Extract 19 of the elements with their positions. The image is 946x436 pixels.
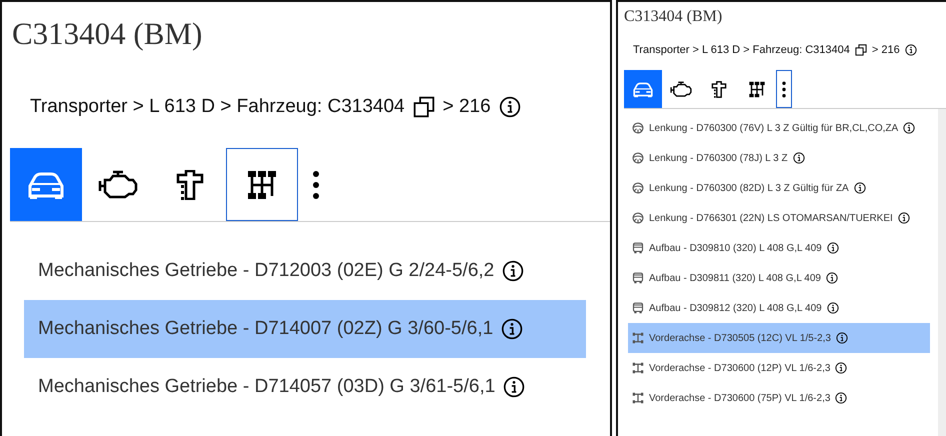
part-list-item[interactable]: Aufbau - D309811 (320) L 408 G,L 409 [628,263,930,293]
breadcrumb: Transporter > L 613 D > Fahrzeug: C313404 [30,96,405,118]
part-list-item[interactable]: Mechanisches Getriebe - D714057 (03D) G 3/61-5/6,1 [24,358,586,416]
part-list-item[interactable]: Lenkung - D760300 (82D) L 3 Z Gültig für ZA [628,173,930,203]
part-list-item[interactable]: Lenkung - D760300 (78J) L 3 Z [628,143,930,173]
vehicle-title: C313404 (BM) [623,7,724,26]
vehicle-title: C313404 (BM) [11,15,204,52]
part-list-item[interactable]: Vorderachse - D730600 (75P) VL 1/6-2,3 [628,383,930,413]
part-list-item[interactable]: Lenkung - D760300 (76V) L 3 Z Gültig für BR,CL,CO,ZA [628,113,930,143]
part-list-item[interactable]: Mechanisches Getriebe - D712003 (02E) G 2/24-5/6,2 [24,242,586,300]
part-list-item[interactable]: Vorderachse - D730505 (12C) VL 1/5-2,3 [628,323,930,353]
part-list-item[interactable]: Aufbau - D309812 (320) L 408 G,L 409 [628,293,930,323]
part-list-item[interactable]: Vorderachse - D730600 (12P) VL 1/6-2,3 [628,353,930,383]
part-list-item[interactable]: Lenkung - D766301 (22N) LS OTOMARSAN/TUERKEI [628,203,930,233]
breadcrumb-count: > 216 [442,96,491,118]
breadcrumb: Transporter > L 613 D > Fahrzeug: C313404 [633,44,850,56]
breadcrumb-count: > 216 [872,44,900,56]
part-list-item[interactable]: Aufbau - D309810 (320) L 408 G,L 409 [628,233,930,263]
part-list-item[interactable]: Mechanisches Getriebe - D714007 (02Z) G 3/60-5/6,1 [24,300,586,358]
